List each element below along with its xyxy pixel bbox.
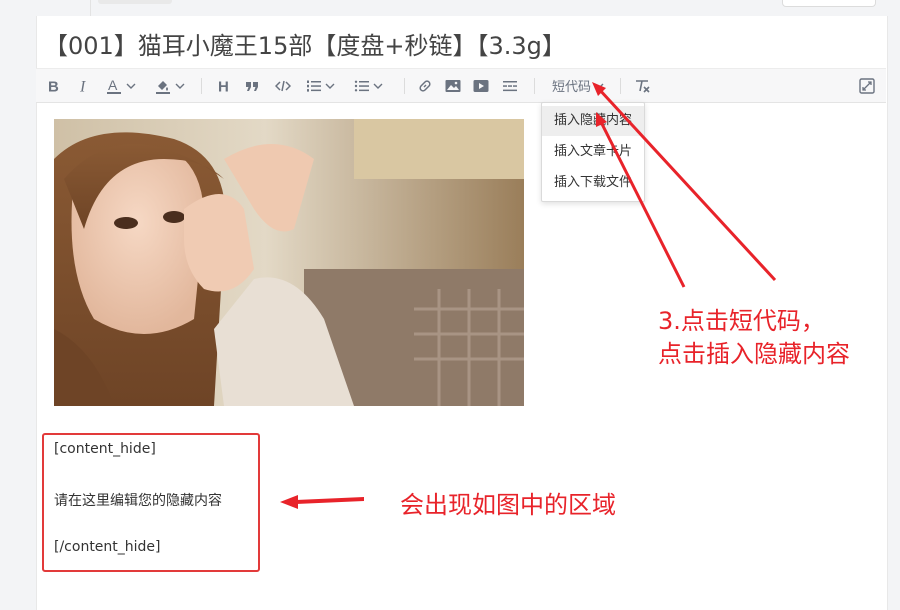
toolbar-separator xyxy=(201,78,202,94)
shortcode-close-tag[interactable]: [/content_hide] xyxy=(54,539,161,555)
svg-text:H: H xyxy=(218,79,229,93)
shortcode-open-tag[interactable]: [content_hide] xyxy=(54,441,156,457)
header-tab[interactable] xyxy=(98,0,172,4)
image-button[interactable] xyxy=(442,69,464,102)
menu-item-insert-article-card[interactable]: 插入文章卡片 xyxy=(542,137,644,167)
bullet-list-icon xyxy=(354,80,369,91)
header-divider xyxy=(70,0,91,16)
chevron-down-icon xyxy=(325,83,334,89)
bullet-list-button[interactable] xyxy=(348,69,388,102)
quote-button[interactable] xyxy=(242,69,262,102)
toolbar-separator xyxy=(534,78,535,94)
bold-button[interactable]: B xyxy=(44,69,64,102)
quote-icon xyxy=(246,81,258,91)
clear-format-icon xyxy=(636,79,650,93)
heading-icon: H xyxy=(218,79,229,93)
horizontal-rule-button[interactable] xyxy=(499,69,521,102)
image-icon xyxy=(445,79,461,92)
video-button[interactable] xyxy=(470,69,492,102)
svg-text:I: I xyxy=(79,79,86,93)
chevron-down-icon xyxy=(126,83,135,89)
fullscreen-icon xyxy=(859,77,875,94)
code-button[interactable] xyxy=(272,69,294,102)
toolbar-separator xyxy=(404,78,405,94)
heading-button[interactable]: H xyxy=(214,69,234,102)
toolbar-separator xyxy=(620,78,621,94)
code-icon xyxy=(275,80,291,91)
chevron-down-icon xyxy=(373,83,382,89)
annotation-area-note: 会出现如图中的区域 xyxy=(400,491,616,519)
svg-text:B: B xyxy=(48,79,59,93)
shortcode-button[interactable]: 短代码 xyxy=(546,69,610,102)
link-icon xyxy=(419,79,431,92)
post-title[interactable]: 【001】猫耳小魔王15部【度盘+秒链】【3.3g】 xyxy=(44,26,844,66)
link-button[interactable] xyxy=(414,69,436,102)
annotation-step-line2: 点击插入隐藏内容 xyxy=(658,340,850,368)
editor-toolbar: B I A H 短代码 xyxy=(36,69,886,103)
video-icon xyxy=(473,79,489,92)
annotation-step-line1: 3.点击短代码， xyxy=(658,307,825,335)
fullscreen-button[interactable] xyxy=(856,69,878,102)
post-image[interactable] xyxy=(54,119,524,406)
text-color-button[interactable]: A xyxy=(100,69,140,102)
chevron-down-icon xyxy=(175,83,184,89)
chevron-down-icon xyxy=(594,83,604,89)
shortcode-label: 短代码 xyxy=(551,80,591,95)
shortcode-dropdown-menu: 插入隐藏内容 插入文章卡片 插入下载文件 xyxy=(541,102,645,202)
header-button[interactable] xyxy=(782,0,876,7)
menu-item-insert-download-file[interactable]: 插入下载文件 xyxy=(542,168,644,198)
text-color-icon: A xyxy=(106,77,121,94)
highlight-button[interactable] xyxy=(148,69,190,102)
menu-item-insert-hidden-content[interactable]: 插入隐藏内容 xyxy=(542,106,644,136)
ordered-list-icon xyxy=(306,80,321,92)
italic-button[interactable]: I xyxy=(74,69,94,102)
top-header-strip xyxy=(0,0,900,16)
ordered-list-button[interactable] xyxy=(300,69,340,102)
clear-format-button[interactable] xyxy=(632,69,652,102)
bold-icon: B xyxy=(48,79,59,93)
horizontal-rule-icon xyxy=(503,80,517,91)
hidden-content-placeholder[interactable]: 请在这里编辑您的隐藏内容 xyxy=(54,490,222,510)
girl-photo xyxy=(54,119,524,406)
italic-icon: I xyxy=(79,79,86,93)
svg-text:A: A xyxy=(108,77,118,93)
highlight-icon xyxy=(155,80,170,94)
